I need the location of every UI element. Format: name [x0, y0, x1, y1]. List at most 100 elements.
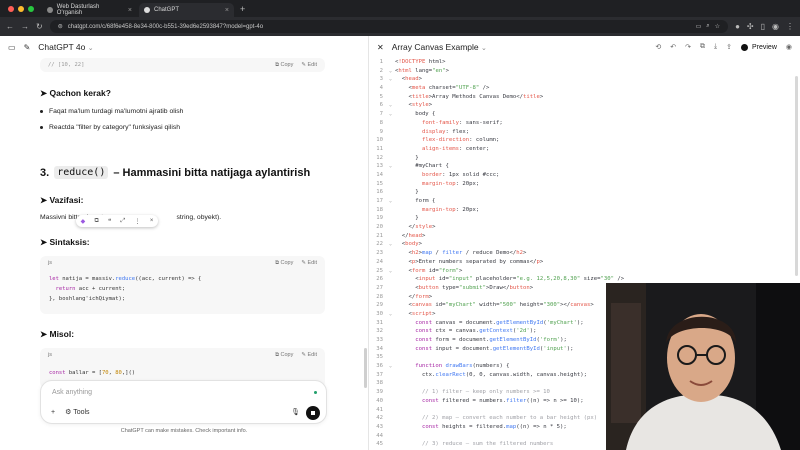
- quote-icon[interactable]: ❝: [108, 218, 111, 225]
- download-icon[interactable]: ⤓: [714, 43, 717, 51]
- copy-icon[interactable]: ⧉: [700, 43, 705, 51]
- code-line[interactable]: 17 ⌄ form {: [369, 197, 800, 206]
- share-icon[interactable]: ⇪: [726, 43, 732, 51]
- code-line[interactable]: 14 border: 1px solid #ccc;: [369, 171, 800, 180]
- zoom-icon[interactable]: ⌕: [706, 23, 709, 30]
- fold-chevron-icon[interactable]: ⌄: [386, 240, 395, 249]
- browser-tab-1[interactable]: Web Dasturlash O'rganish ×: [42, 3, 137, 17]
- code-line[interactable]: 23 <h2>map / filter / reduce Demo</h2>: [369, 249, 800, 258]
- code-line[interactable]: 6 ⌄ <style>: [369, 101, 800, 110]
- more-icon[interactable]: ⋮: [135, 218, 141, 225]
- plus-icon[interactable]: +: [51, 409, 55, 416]
- code-line[interactable]: 24 <p>Enter numbers separated by commas<…: [369, 258, 800, 267]
- fold-gutter: [386, 388, 395, 397]
- code-text: const form = document.getElementById('fo…: [415, 337, 567, 343]
- history-icon[interactable]: ⟲: [655, 43, 661, 51]
- line-number: 14: [376, 171, 383, 178]
- code-line[interactable]: 7 ⌄ body {: [369, 110, 800, 119]
- fold-chevron-icon[interactable]: ⌄: [386, 101, 395, 110]
- site-info-icon[interactable]: ⊜: [58, 23, 63, 30]
- code-line: }, boshlang'ichQiymat);: [49, 296, 126, 302]
- code-line: return acc + current;: [55, 286, 126, 292]
- code-line[interactable]: 15 margin-top: 20px;: [369, 180, 800, 189]
- fold-chevron-icon[interactable]: ⌄: [386, 362, 395, 371]
- code-line[interactable]: 10 flex-direction: column;: [369, 136, 800, 145]
- expand-icon[interactable]: ⤢: [121, 218, 126, 225]
- code-line[interactable]: 11 align-items: center;: [369, 145, 800, 154]
- redo-icon[interactable]: ↷: [685, 43, 691, 51]
- editor-scrollbar[interactable]: [795, 76, 798, 276]
- code-line[interactable]: 20 </style>: [369, 223, 800, 232]
- copy-icon[interactable]: ⧉: [95, 218, 99, 225]
- fold-chevron-icon[interactable]: ⌄: [386, 310, 395, 319]
- code-line[interactable]: 13 ⌄ #myChart {: [369, 162, 800, 171]
- code-line[interactable]: 4 <meta charset="UTF-8" />: [369, 84, 800, 93]
- fold-chevron-icon[interactable]: ⌄: [386, 110, 395, 119]
- mic-icon[interactable]: 🎙: [291, 408, 300, 416]
- fold-gutter: [386, 249, 395, 258]
- close-window-icon[interactable]: [8, 6, 14, 12]
- menu-icon[interactable]: ⋮: [786, 22, 794, 31]
- copy-button[interactable]: ⧉ Copy: [275, 260, 293, 267]
- new-tab-icon[interactable]: +: [240, 4, 245, 14]
- edit-button[interactable]: ✎ Edit: [301, 260, 317, 267]
- code-line[interactable]: 18 margin-top: 20px;: [369, 206, 800, 215]
- model-selector[interactable]: ChatGPT 4o ⌄: [38, 42, 93, 52]
- edit-button[interactable]: ✎ Edit: [301, 62, 317, 69]
- copy-button[interactable]: ⧉ Copy: [275, 352, 293, 359]
- sidebar-icon[interactable]: ▯: [761, 22, 765, 31]
- profile-avatar[interactable]: ◉: [772, 22, 779, 31]
- code-line[interactable]: 1 <!DOCTYPE html>: [369, 58, 800, 67]
- preview-button[interactable]: Preview: [740, 43, 777, 51]
- code-line[interactable]: 16 }: [369, 188, 800, 197]
- new-chat-icon[interactable]: ✎: [24, 43, 31, 52]
- fold-chevron-icon[interactable]: ⌄: [386, 197, 395, 206]
- fold-chevron-icon[interactable]: ⌄: [386, 67, 395, 76]
- browser-tab-2[interactable]: ChatGPT ×: [139, 3, 234, 17]
- close-tab-icon[interactable]: ×: [225, 7, 229, 14]
- fold-chevron-icon[interactable]: ⌄: [386, 267, 395, 276]
- code-lang: js: [48, 352, 52, 358]
- bookmark-icon[interactable]: ☆: [715, 23, 720, 30]
- extension-icon[interactable]: ●: [735, 22, 740, 31]
- minimize-window-icon[interactable]: [18, 6, 24, 12]
- prompt-input[interactable]: Ask anything: [52, 389, 92, 396]
- code-text: // 1) filter – keep only numbers >= 10: [395, 389, 550, 396]
- line-number: 6: [379, 102, 383, 109]
- voice-mode-button[interactable]: [306, 406, 320, 420]
- reload-icon[interactable]: ↻: [36, 22, 43, 31]
- composer[interactable]: Ask anything + ⚙ Tools 🎙: [40, 380, 327, 424]
- code-line[interactable]: 8 font-family: sans-serif;: [369, 119, 800, 128]
- tools-button[interactable]: ⚙ Tools: [65, 408, 89, 416]
- close-tab-icon[interactable]: ×: [128, 7, 132, 14]
- ask-chatgpt-icon[interactable]: ◆: [81, 218, 86, 225]
- maximize-window-icon[interactable]: [28, 6, 34, 12]
- fold-chevron-icon[interactable]: ⌄: [386, 75, 395, 84]
- undo-icon[interactable]: ↶: [670, 43, 676, 51]
- code-line[interactable]: 2 ⌄ <html lang="en">: [369, 67, 800, 76]
- forward-icon[interactable]: →: [21, 22, 29, 31]
- install-icon[interactable]: ▭: [696, 23, 702, 30]
- puzzle-icon[interactable]: ✣: [747, 22, 754, 31]
- url-field[interactable]: ⊜ chatgpt.com/c/68f6e458-8e34-800c-b551-…: [49, 20, 729, 33]
- back-icon[interactable]: ←: [6, 22, 14, 31]
- code-line[interactable]: 3 ⌄ <head>: [369, 75, 800, 84]
- close-canvas-icon[interactable]: ✕: [377, 43, 384, 52]
- code-text: <meta charset="UTF-8" />: [395, 85, 490, 92]
- code-line[interactable]: 12 }: [369, 154, 800, 163]
- code-line[interactable]: 5 <title>Array Methods Canvas Demo</titl…: [369, 93, 800, 102]
- code-line[interactable]: 19 }: [369, 214, 800, 223]
- close-icon[interactable]: ×: [150, 218, 154, 224]
- code-line[interactable]: 22 ⌄ <body>: [369, 240, 800, 249]
- code-line[interactable]: 21 </head>: [369, 232, 800, 241]
- fold-chevron-icon[interactable]: ⌄: [386, 162, 395, 171]
- code-line: const ballar = [70, 80,](): [49, 370, 136, 376]
- edit-button[interactable]: ✎ Edit: [301, 352, 317, 359]
- copy-button[interactable]: ⧉ Copy: [275, 62, 293, 69]
- canvas-title[interactable]: Array Canvas Example ⌄: [392, 42, 487, 52]
- code-line[interactable]: 9 display: flex;: [369, 128, 800, 137]
- code-line[interactable]: 25 ⌄ <form id="form">: [369, 267, 800, 276]
- avatar[interactable]: ◉: [786, 43, 792, 51]
- code-text: <!DOCTYPE html>: [395, 59, 446, 65]
- sidebar-toggle-icon[interactable]: ▭: [8, 43, 16, 52]
